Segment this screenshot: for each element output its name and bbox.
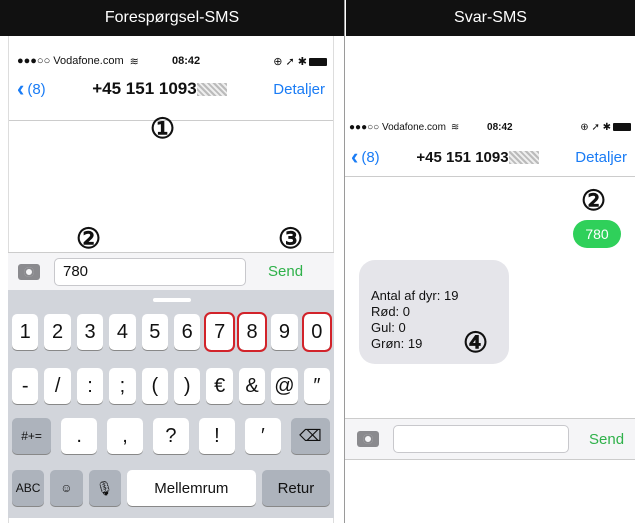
callout-2: ② bbox=[581, 185, 607, 216]
clock: 08:42 bbox=[171, 55, 201, 67]
status-bar: ●●●○○ Vodafone.com ≋ 08:42 ⊕ ➚ ✱ bbox=[345, 116, 635, 138]
sent-message-bubble: 780 bbox=[573, 220, 621, 248]
back-button[interactable]: ‹ (8) bbox=[351, 144, 380, 170]
key-comma[interactable]: , bbox=[107, 418, 144, 454]
emoji-key-icon[interactable]: ☺ bbox=[50, 470, 83, 506]
right-panel-header: Svar-SMS bbox=[345, 0, 635, 36]
key-8[interactable]: 8 bbox=[236, 312, 268, 352]
send-button[interactable]: Send bbox=[589, 431, 624, 448]
details-button[interactable]: Detaljer bbox=[273, 81, 325, 98]
back-count: (8) bbox=[27, 80, 46, 98]
carrier-label: ●●●○○ Vodafone.com bbox=[349, 121, 446, 133]
key-apostrophe[interactable]: ′ bbox=[244, 418, 281, 454]
callout-1: ① bbox=[150, 113, 176, 144]
key-5[interactable]: 5 bbox=[141, 314, 169, 350]
key-semicolon[interactable]: ; bbox=[109, 368, 136, 404]
status-icons: ⊕ ➚ ✱ bbox=[580, 122, 631, 133]
key-4[interactable]: 4 bbox=[109, 314, 136, 350]
key-close-paren[interactable]: ) bbox=[174, 368, 201, 404]
key-open-paren[interactable]: ( bbox=[141, 368, 169, 404]
clock: 08:42 bbox=[487, 121, 513, 133]
key-period[interactable]: . bbox=[61, 418, 98, 454]
details-button[interactable]: Detaljer bbox=[575, 149, 627, 166]
key-3[interactable]: 3 bbox=[76, 314, 104, 350]
callout-4: ④ bbox=[463, 327, 489, 358]
key-2[interactable]: 2 bbox=[44, 314, 71, 350]
left-panel: Forespørgsel-SMS ●●●○○ Vodafone.com ≋ 08… bbox=[0, 0, 345, 523]
status-icons: ⊕ ➚ ✱ bbox=[273, 55, 327, 68]
message-input-bar: Send bbox=[345, 418, 635, 460]
keyboard-row-1: 1 2 3 4 5 6 7 8 9 0 bbox=[8, 312, 334, 352]
key-0[interactable]: 0 bbox=[301, 312, 333, 352]
contact-number: +45 151 1093 bbox=[92, 79, 227, 99]
camera-icon[interactable] bbox=[18, 263, 40, 280]
key-ampersand[interactable]: & bbox=[238, 368, 266, 404]
key-at[interactable]: @ bbox=[271, 368, 298, 404]
send-button[interactable]: Send bbox=[268, 263, 303, 280]
redacted-digits bbox=[508, 151, 539, 165]
chevron-left-icon: ‹ bbox=[17, 76, 25, 101]
callout-3: ③ bbox=[278, 223, 304, 254]
battery-icon bbox=[308, 57, 327, 66]
message-input-bar: 780 Send bbox=[8, 252, 334, 290]
carrier-label: ●●●○○ Vodafone.com bbox=[17, 55, 124, 67]
nav-bar: ‹ (8) +45 151 1093 Detaljer bbox=[345, 140, 635, 174]
back-count: (8) bbox=[361, 148, 380, 166]
key-euro[interactable]: € bbox=[206, 368, 233, 404]
key-1[interactable]: 1 bbox=[12, 314, 39, 350]
back-button[interactable]: ‹ (8) bbox=[17, 76, 46, 102]
reply-line-animals: Antal af dyr: 19 bbox=[371, 288, 459, 303]
battery-icon bbox=[613, 122, 631, 131]
contact-number: +45 151 1093 bbox=[416, 149, 539, 166]
message-input[interactable]: 780 bbox=[54, 257, 246, 286]
nav-divider bbox=[345, 176, 635, 177]
message-input[interactable] bbox=[393, 425, 569, 453]
keyboard-grabber bbox=[153, 298, 191, 302]
key-more-symbols[interactable]: #+= bbox=[12, 418, 52, 454]
keyboard: 1 2 3 4 5 6 7 8 9 0 - / : ; ( ) € & @ ″ … bbox=[8, 290, 334, 518]
space-key[interactable]: Mellemrum bbox=[126, 470, 256, 506]
wifi-icon: ≋ bbox=[450, 121, 460, 133]
key-dash[interactable]: - bbox=[12, 368, 39, 404]
left-panel-header: Forespørgsel-SMS bbox=[0, 0, 344, 36]
key-slash[interactable]: / bbox=[44, 368, 71, 404]
status-bar: ●●●○○ Vodafone.com ≋ 08:42 ⊕ ➚ ✱ bbox=[9, 50, 333, 72]
key-question[interactable]: ? bbox=[153, 418, 189, 454]
reply-line-red: Rød: 0 bbox=[371, 304, 411, 319]
key-quote[interactable]: ″ bbox=[303, 368, 331, 404]
return-key[interactable]: Retur bbox=[261, 470, 330, 506]
redacted-digits bbox=[196, 83, 227, 97]
callout-2: ② bbox=[76, 223, 102, 254]
keyboard-row-2: - / : ; ( ) € & @ ″ bbox=[8, 368, 334, 404]
chevron-left-icon: ‹ bbox=[351, 144, 359, 169]
key-9[interactable]: 9 bbox=[271, 314, 298, 350]
keyboard-row-4: ABC ☺ 🎙 Mellemrum Retur bbox=[8, 470, 334, 506]
camera-icon[interactable] bbox=[357, 431, 379, 447]
right-panel: Svar-SMS ●●●○○ Vodafone.com ≋ 08:42 ⊕ ➚ … bbox=[345, 0, 635, 523]
keyboard-row-3: #+= . , ? ! ′ ⌫ bbox=[8, 418, 334, 454]
wifi-icon: ≋ bbox=[129, 55, 139, 68]
microphone-key-icon[interactable]: 🎙 bbox=[88, 470, 121, 506]
key-exclamation[interactable]: ! bbox=[198, 418, 235, 454]
nav-bar: ‹ (8) +45 151 1093 Detaljer bbox=[9, 72, 333, 106]
key-abc[interactable]: ABC bbox=[12, 470, 45, 506]
backspace-key-icon[interactable]: ⌫ bbox=[290, 418, 330, 454]
key-7[interactable]: 7 bbox=[204, 312, 235, 352]
key-6[interactable]: 6 bbox=[174, 314, 201, 350]
key-colon[interactable]: : bbox=[76, 368, 104, 404]
